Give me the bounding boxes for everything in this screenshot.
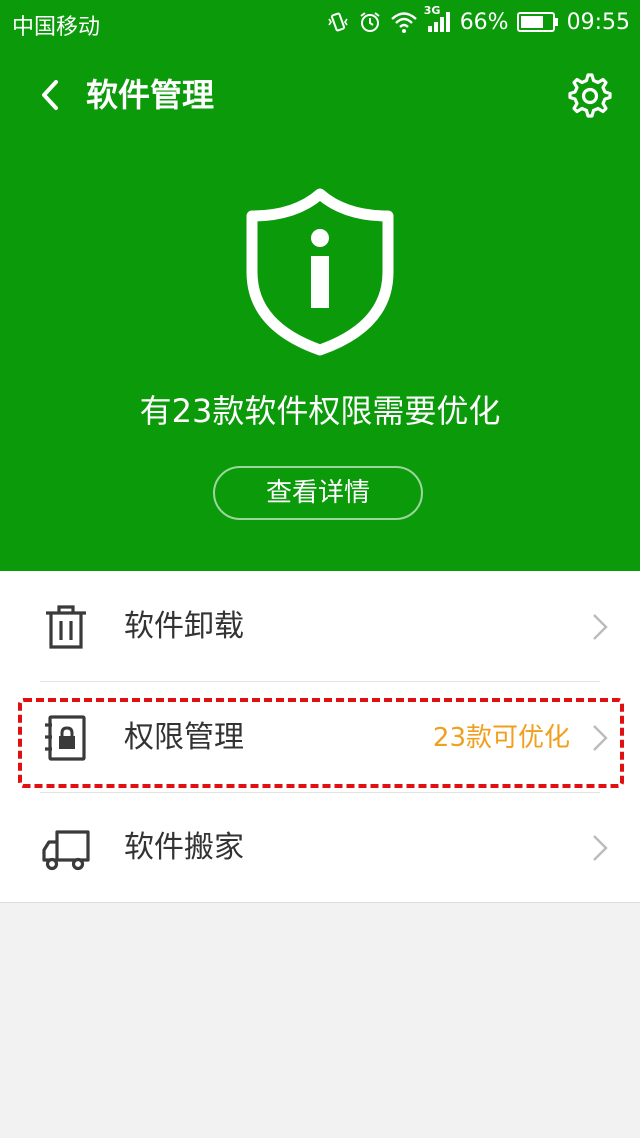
alarm-icon <box>358 10 382 34</box>
gear-icon[interactable] <box>566 72 614 120</box>
menu-item-uninstall[interactable]: 软件卸载 <box>0 571 640 681</box>
vibrate-icon <box>326 10 350 34</box>
battery-percent: 66% <box>459 9 509 35</box>
chevron-right-icon <box>590 611 610 643</box>
status-icons: 3G 66% 09:55 <box>326 4 630 38</box>
carrier-name: 中国移动 <box>12 15 101 40</box>
clock: 09:55 <box>566 9 630 35</box>
trash-icon <box>40 601 92 653</box>
chevron-right-icon <box>590 722 610 754</box>
lock-book-icon <box>40 712 92 764</box>
truck-icon <box>40 822 92 874</box>
hero-panel: 软件管理 有23款软件权限需要优化 查看详情 <box>0 44 640 571</box>
optimizable-count-badge: 23款可优化 <box>432 723 570 753</box>
chevron-right-icon <box>590 832 610 864</box>
optimization-summary: 有23款软件权限需要优化 <box>139 392 501 430</box>
status-bar: 中国移动 3G 66% 09:55 <box>0 0 640 44</box>
back-arrow-icon[interactable] <box>34 74 66 116</box>
view-details-button[interactable]: 查看详情 <box>213 466 423 520</box>
menu-item-label: 软件搬家 <box>124 830 244 865</box>
menu-item-permissions[interactable]: 权限管理 23款可优化 <box>0 682 640 792</box>
menu-item-label: 软件卸载 <box>124 609 244 644</box>
page-title: 软件管理 <box>86 76 215 114</box>
menu-item-move-apps[interactable]: 软件搬家 <box>0 792 640 902</box>
menu-list: 软件卸载 权限管理 23款可优化 软件搬家 <box>0 571 640 903</box>
shield-info-icon <box>240 186 400 358</box>
network-type: 3G <box>423 4 441 17</box>
menu-item-label: 权限管理 <box>124 720 244 755</box>
wifi-icon <box>390 10 418 34</box>
signal-icon: 3G <box>424 4 452 34</box>
battery-icon <box>516 11 559 33</box>
